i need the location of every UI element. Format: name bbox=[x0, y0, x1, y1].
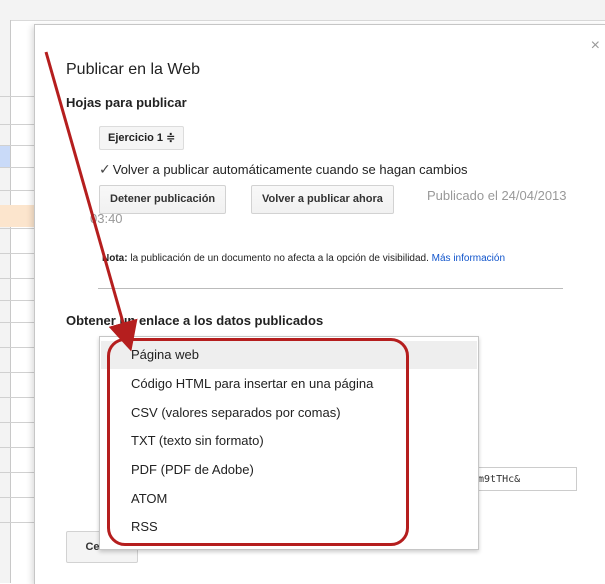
note-text: la publicación de un documento no afecta… bbox=[127, 253, 432, 264]
published-time: 03:40 bbox=[90, 211, 123, 226]
visibility-note: Nota: la publicación de un documento no … bbox=[102, 253, 505, 264]
column-header-bar bbox=[0, 0, 605, 21]
checkbox-checked-icon[interactable]: ✓ bbox=[99, 161, 111, 178]
more-info-link[interactable]: Más información bbox=[432, 253, 505, 264]
highlight-annotation-box bbox=[107, 338, 409, 546]
row-header-bar bbox=[0, 20, 11, 583]
published-link-field[interactable]: am9tTHc& bbox=[467, 467, 577, 491]
republish-now-button[interactable]: Volver a publicar ahora bbox=[251, 185, 394, 214]
dialog-title: Publicar en la Web bbox=[66, 61, 200, 78]
link-heading: Obtener un enlace a los datos publicados bbox=[66, 313, 324, 328]
sheets-heading: Hojas para publicar bbox=[66, 95, 187, 110]
section-divider bbox=[98, 288, 563, 289]
cell-highlight-orange bbox=[0, 205, 34, 227]
row-highlight bbox=[0, 145, 10, 167]
auto-republish-row[interactable]: ✓ Volver a publicar automáticamente cuan… bbox=[99, 161, 468, 178]
published-status: Publicado el 24/04/2013 bbox=[427, 188, 567, 203]
auto-republish-label: Volver a publicar automáticamente cuando… bbox=[112, 162, 468, 177]
stop-publishing-button[interactable]: Detener publicación bbox=[99, 185, 227, 214]
close-icon[interactable]: × bbox=[591, 37, 600, 55]
sheet-select[interactable]: Ejercicio 1 ≑ bbox=[99, 126, 185, 150]
note-label: Nota: bbox=[102, 253, 128, 264]
